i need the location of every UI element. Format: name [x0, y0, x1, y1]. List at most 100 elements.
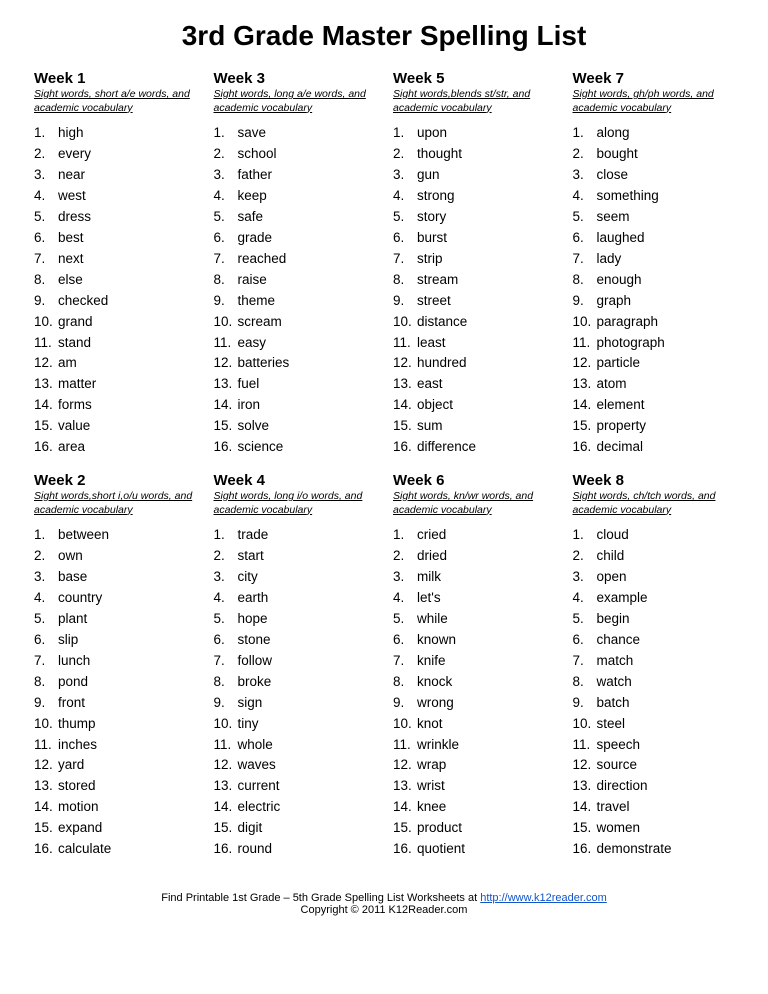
list-item: 4.something [573, 186, 735, 207]
item-number: 4. [214, 186, 236, 207]
item-word: watch [597, 672, 632, 693]
list-item: 10.tiny [214, 714, 376, 735]
item-word: atom [597, 374, 627, 395]
column-2: Week 3Sight words, long a/e words, and a… [210, 70, 380, 874]
list-item: 2.dried [393, 546, 555, 567]
item-number: 13. [214, 374, 236, 395]
item-word: laughed [597, 228, 645, 249]
list-item: 14.element [573, 395, 735, 416]
item-word: something [597, 186, 659, 207]
footer: Find Printable 1st Grade – 5th Grade Spe… [30, 892, 738, 916]
item-word: known [417, 630, 456, 651]
item-number: 7. [34, 651, 56, 672]
list-item: 6.slip [34, 630, 196, 651]
item-word: matter [58, 374, 96, 395]
item-word: round [238, 839, 273, 860]
list-item: 12.am [34, 353, 196, 374]
item-word: broke [238, 672, 272, 693]
list-item: 10.steel [573, 714, 735, 735]
list-item: 4.example [573, 588, 735, 609]
item-number: 8. [573, 672, 595, 693]
item-word: close [597, 165, 629, 186]
item-number: 8. [573, 270, 595, 291]
item-number: 9. [214, 291, 236, 312]
item-number: 1. [393, 123, 415, 144]
list-item: 4.strong [393, 186, 555, 207]
list-item: 12.yard [34, 755, 196, 776]
item-word: west [58, 186, 86, 207]
list-item: 16.calculate [34, 839, 196, 860]
week-title-col3-2: Week 6 [393, 472, 555, 489]
item-number: 11. [34, 333, 56, 354]
list-item: 10.paragraph [573, 312, 735, 333]
item-number: 6. [573, 228, 595, 249]
item-number: 4. [573, 186, 595, 207]
list-item: 12.hundred [393, 353, 555, 374]
item-word: stone [238, 630, 271, 651]
list-item: 15.property [573, 416, 735, 437]
list-item: 12.particle [573, 353, 735, 374]
list-item: 15.expand [34, 818, 196, 839]
item-number: 10. [214, 312, 236, 333]
item-number: 16. [573, 437, 595, 458]
item-number: 16. [34, 437, 56, 458]
page-title: 3rd Grade Master Spelling List [30, 20, 738, 52]
week-subtitle-col3-1: Sight words,blends st/str, and academic … [393, 88, 555, 115]
list-item: 13.fuel [214, 374, 376, 395]
list-item: 7.lady [573, 249, 735, 270]
item-word: bought [597, 144, 638, 165]
list-item: 6.stone [214, 630, 376, 651]
list-item: 6.known [393, 630, 555, 651]
item-word: slip [58, 630, 78, 651]
list-item: 5.seem [573, 207, 735, 228]
item-word: graph [597, 291, 632, 312]
item-word: wrinkle [417, 735, 459, 756]
item-number: 6. [393, 228, 415, 249]
item-word: along [597, 123, 630, 144]
week-title-col4-2: Week 8 [573, 472, 735, 489]
list-item: 9.batch [573, 693, 735, 714]
item-number: 15. [393, 818, 415, 839]
item-word: knife [417, 651, 446, 672]
week-subtitle-col2-1: Sight words, long a/e words, and academi… [214, 88, 376, 115]
item-number: 16. [573, 839, 595, 860]
item-word: front [58, 693, 85, 714]
item-word: street [417, 291, 451, 312]
word-list-col1-2: 1.between2.own3.base4.country5.plant6.sl… [34, 525, 196, 860]
item-number: 5. [214, 207, 236, 228]
list-item: 14.electric [214, 797, 376, 818]
item-number: 10. [393, 312, 415, 333]
item-word: element [597, 395, 645, 416]
item-word: property [597, 416, 647, 437]
word-list-col3-2: 1.cried2.dried3.milk4.let's5.while6.know… [393, 525, 555, 860]
item-number: 7. [34, 249, 56, 270]
list-item: 5.while [393, 609, 555, 630]
item-word: tiny [238, 714, 259, 735]
item-word: base [58, 567, 87, 588]
week-title-col4-1: Week 7 [573, 70, 735, 87]
list-item: 4.let's [393, 588, 555, 609]
item-word: gun [417, 165, 440, 186]
item-number: 15. [573, 818, 595, 839]
list-item: 3.close [573, 165, 735, 186]
item-word: travel [597, 797, 630, 818]
item-word: burst [417, 228, 447, 249]
item-number: 12. [34, 353, 56, 374]
list-item: 4.west [34, 186, 196, 207]
footer-link[interactable]: http://www.k12reader.com [480, 892, 607, 904]
list-item: 16.quotient [393, 839, 555, 860]
list-item: 2.start [214, 546, 376, 567]
list-item: 1.along [573, 123, 735, 144]
item-number: 5. [393, 609, 415, 630]
list-item: 8.raise [214, 270, 376, 291]
list-item: 16.decimal [573, 437, 735, 458]
item-word: chance [597, 630, 641, 651]
week-title-col3-1: Week 5 [393, 70, 555, 87]
list-item: 9.front [34, 693, 196, 714]
item-word: open [597, 567, 627, 588]
item-number: 14. [214, 395, 236, 416]
list-item: 9.checked [34, 291, 196, 312]
list-item: 7.lunch [34, 651, 196, 672]
item-word: speech [597, 735, 641, 756]
item-word: pond [58, 672, 88, 693]
